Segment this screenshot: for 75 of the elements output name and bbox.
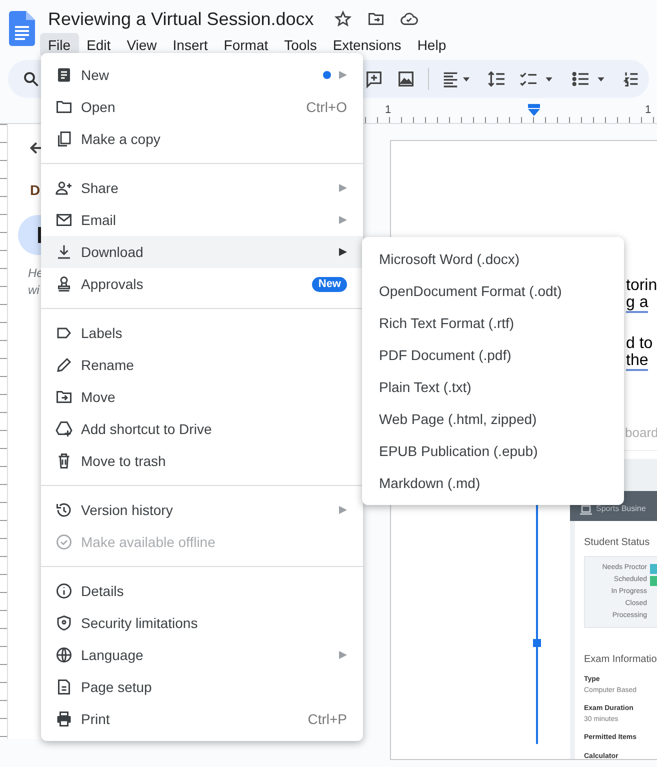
menu-item[interactable]: Make a copy — [41, 123, 363, 155]
folder-icon — [55, 98, 73, 116]
submenu-item[interactable]: Web Page (.html, zipped) — [362, 403, 624, 435]
folder-move-icon[interactable] — [366, 10, 386, 28]
app-title: Sports Busine — [596, 503, 646, 515]
submenu-item[interactable]: Markdown (.md) — [362, 467, 624, 499]
menu-bar-item[interactable]: Extensions — [324, 33, 410, 57]
add-comment-icon[interactable] — [364, 69, 384, 89]
menu-item[interactable]: Details — [41, 575, 363, 607]
image-icon[interactable] — [396, 69, 416, 89]
search-icon[interactable] — [22, 70, 40, 88]
section-title: Exam Informatio — [584, 653, 657, 667]
paragraph-text: d to — [626, 335, 653, 352]
hint-text: wi — [28, 282, 40, 299]
menu-item[interactable]: Print Ctrl+P — [41, 703, 363, 735]
menu-item[interactable]: Download — [41, 236, 363, 268]
document-title[interactable]: Reviewing a Virtual Session.docx — [48, 6, 314, 32]
star-icon[interactable] — [334, 10, 352, 28]
ruler-number: 1 — [385, 103, 392, 118]
menu-item[interactable]: Add shortcut to Drive — [41, 413, 363, 445]
history-icon — [55, 501, 73, 519]
pencil-icon — [55, 356, 73, 374]
menu-item[interactable]: Security limitations — [41, 607, 363, 639]
new-badge: New — [312, 276, 347, 292]
laptop-icon — [580, 505, 592, 515]
submenu-item[interactable]: Microsoft Word (.docx) — [362, 243, 624, 275]
section-title: Student Status — [584, 536, 651, 550]
shield-icon — [55, 614, 73, 632]
menu-bar-item[interactable]: Format — [216, 33, 276, 57]
paragraph-text: g a — [626, 294, 648, 313]
ruler-number: 1 — [645, 103, 652, 118]
download-icon — [55, 243, 73, 261]
cloud-check-icon[interactable] — [398, 10, 420, 28]
resize-handle[interactable] — [533, 639, 541, 647]
submenu-item[interactable]: Rich Text Format (.rtf) — [362, 307, 624, 339]
docs-logo-icon[interactable] — [9, 11, 35, 46]
submenu-item[interactable]: Plain Text (.txt) — [362, 371, 624, 403]
menu-item[interactable]: Page setup — [41, 671, 363, 703]
globe-icon — [55, 646, 73, 664]
person-add-icon — [55, 179, 73, 197]
indent-marker-icon[interactable] — [528, 104, 540, 116]
menu-item[interactable]: Rename — [41, 349, 363, 381]
menu-bar-item[interactable]: Tools — [276, 33, 325, 57]
offline-check-icon — [55, 533, 73, 551]
printer-icon — [55, 710, 73, 728]
copy-icon — [55, 130, 73, 148]
submenu-item[interactable]: EPUB Publication (.epub) — [362, 435, 624, 467]
sidebar-heading: D — [30, 181, 40, 200]
mail-icon — [55, 211, 73, 229]
line-spacing-icon[interactable] — [487, 69, 507, 89]
submenu-item[interactable]: PDF Document (.pdf) — [362, 339, 624, 371]
menu-item[interactable]: Share — [41, 172, 363, 204]
drive-add-icon — [55, 420, 73, 438]
paragraph-text: torin — [626, 277, 657, 294]
menu-item[interactable]: Email — [41, 204, 363, 236]
menu-item[interactable]: Open Ctrl+O — [41, 91, 363, 123]
document-icon — [55, 66, 73, 84]
shortcut-text: Ctrl+O — [306, 98, 347, 116]
page-icon — [55, 678, 73, 696]
paragraph-text: the — [626, 352, 648, 371]
menu-item[interactable]: Language — [41, 639, 363, 671]
menu-item[interactable]: Labels — [41, 317, 363, 349]
folder-arrow-icon — [55, 388, 73, 406]
submenu-item[interactable]: OpenDocument Format (.odt) — [362, 275, 624, 307]
menu-item[interactable]: Version history — [41, 494, 363, 526]
stamp-icon — [55, 275, 73, 293]
menu-item[interactable]: Approvals New — [41, 268, 363, 300]
info-icon — [55, 582, 73, 600]
menu-bar-item[interactable]: View — [118, 33, 165, 57]
menu-item[interactable]: Move to trash — [41, 445, 363, 477]
menu-bar-item[interactable]: Edit — [78, 33, 119, 57]
menu-bar-item[interactable]: Insert — [164, 33, 216, 57]
shortcut-text: Ctrl+P — [308, 710, 347, 728]
menu-bar-item[interactable]: Help — [409, 33, 454, 57]
menu-item[interactable]: Move — [41, 381, 363, 413]
